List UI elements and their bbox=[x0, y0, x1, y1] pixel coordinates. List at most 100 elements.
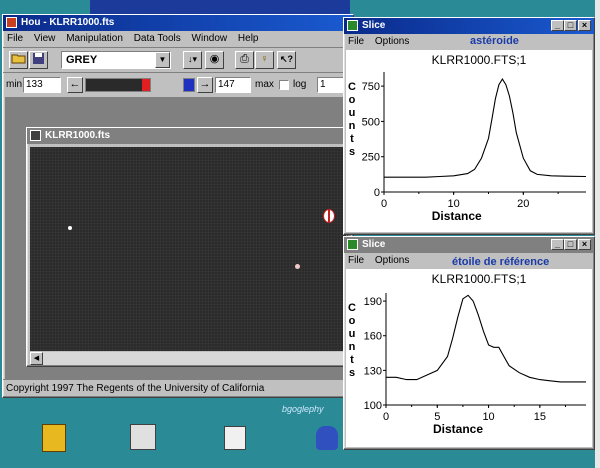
slice-top-menu-file[interactable]: File bbox=[344, 36, 368, 47]
log-input-value: 1 bbox=[320, 79, 326, 90]
hou-app-icon bbox=[6, 17, 17, 28]
scroll-left-icon[interactable]: ◀ bbox=[30, 352, 43, 365]
status-bar: Copyright 1997 The Regents of the Univer… bbox=[3, 379, 353, 397]
reference-star bbox=[295, 264, 300, 269]
x-tick-label: 0 bbox=[381, 198, 387, 210]
slice-top-menubar: File Options bbox=[344, 34, 594, 50]
image-window-titlebar[interactable]: KLRR1000.fts bbox=[27, 128, 347, 144]
arrow-left-icon[interactable]: ← bbox=[67, 77, 83, 93]
slice-top-title: Slice bbox=[362, 20, 386, 31]
image-window: KLRR1000.fts ◀ bbox=[26, 127, 348, 367]
main-window-titlebar[interactable]: Hou - KLRR1000.fts bbox=[3, 15, 353, 31]
arrow-right-icon[interactable]: → bbox=[197, 77, 213, 93]
y-axis-label-letter: s bbox=[349, 367, 355, 379]
slice-top-annotation: astéroide bbox=[470, 35, 519, 47]
main-window-title: Hou - KLRR1000.fts bbox=[21, 17, 115, 28]
slice-bottom-titlebar[interactable]: Slice _ □ × bbox=[344, 237, 594, 253]
slice-top-titlebar[interactable]: Slice _ □ × bbox=[344, 18, 594, 34]
y-axis-label-letter: t bbox=[350, 133, 354, 145]
y-axis-label-letter: u bbox=[349, 328, 356, 340]
document-icon[interactable] bbox=[224, 426, 246, 450]
min-color-thumb[interactable] bbox=[142, 79, 150, 91]
background-window bbox=[90, 0, 350, 14]
x-tick-label: 0 bbox=[383, 411, 389, 423]
maximize-icon[interactable]: □ bbox=[564, 239, 577, 250]
minimize-icon[interactable]: _ bbox=[551, 20, 564, 31]
right-desktop-strip bbox=[595, 0, 600, 468]
slice-bottom-chart: KLRR1000.FTS;11001301601900 5 10 15Distance… bbox=[346, 269, 592, 447]
minimize-icon[interactable]: _ bbox=[551, 239, 564, 250]
star-left bbox=[68, 226, 72, 230]
slice-top-menu-options[interactable]: Options bbox=[371, 36, 413, 47]
max-input[interactable]: 147 bbox=[215, 77, 251, 93]
help-pointer-icon[interactable]: ↖? bbox=[277, 51, 296, 69]
slice-window-top: Slice _ □ × File Options astéroide KLRR1… bbox=[343, 17, 595, 235]
slice-bottom-annotation: étoile de référence bbox=[452, 256, 550, 268]
menu-data-tools[interactable]: Data Tools bbox=[130, 33, 185, 44]
y-axis-label-letter: n bbox=[349, 120, 356, 132]
close-icon[interactable]: × bbox=[578, 239, 591, 250]
y-axis-label-letter: o bbox=[349, 94, 356, 106]
slice-bottom-app-icon bbox=[347, 239, 358, 250]
y-tick-label: 0 bbox=[374, 187, 380, 199]
maximize-icon[interactable]: □ bbox=[564, 20, 577, 31]
chart-title: KLRR1000.FTS;1 bbox=[432, 53, 527, 67]
color-arrow-icon[interactable]: ↓▾ bbox=[183, 51, 202, 69]
chart-title: KLRR1000.FTS;1 bbox=[432, 272, 527, 286]
min-color-slider[interactable] bbox=[85, 78, 151, 92]
min-input[interactable]: 133 bbox=[23, 77, 61, 93]
y-tick-label: 160 bbox=[364, 331, 382, 343]
min-label: min bbox=[6, 79, 23, 90]
x-tick-label: 10 bbox=[482, 411, 494, 423]
palette-select[interactable]: GREY ▼ bbox=[61, 51, 171, 69]
main-menubar: File View Manipulation Data Tools Window… bbox=[3, 31, 353, 47]
y-tick-label: 250 bbox=[362, 152, 380, 164]
log-label: log bbox=[293, 79, 307, 90]
scale-row: min 133 ← → 147 max log 1 bbox=[3, 75, 353, 95]
image-window-title: KLRR1000.fts bbox=[45, 130, 111, 141]
min-input-value: 133 bbox=[26, 79, 43, 90]
y-tick-label: 750 bbox=[362, 81, 380, 93]
y-axis-label-letter: C bbox=[348, 81, 356, 93]
save-disk-icon[interactable] bbox=[29, 51, 48, 69]
slice-top-app-icon bbox=[347, 20, 358, 31]
archive-icon[interactable] bbox=[42, 424, 66, 452]
desktop-strip: bgoglephy bbox=[0, 398, 343, 468]
target-icon[interactable]: ◉ bbox=[205, 51, 224, 69]
fits-image[interactable] bbox=[30, 147, 346, 351]
x-axis-label: Distance bbox=[432, 209, 482, 223]
horizontal-scrollbar[interactable]: ◀ bbox=[30, 352, 346, 365]
menu-manipulation[interactable]: Manipulation bbox=[62, 33, 127, 44]
image-window-icon bbox=[30, 130, 41, 141]
chevron-down-icon[interactable]: ▼ bbox=[155, 52, 170, 68]
copyright-text: Copyright 1997 The Regents of the Univer… bbox=[6, 383, 265, 394]
print-icon[interactable]: ⎙ bbox=[235, 51, 254, 69]
y-axis-label-letter: o bbox=[349, 315, 356, 327]
y-axis-label-letter: s bbox=[349, 146, 355, 158]
desktop-caption: bgoglephy bbox=[282, 404, 324, 414]
menu-window[interactable]: Window bbox=[188, 33, 232, 44]
x-axis-label: Distance bbox=[433, 422, 483, 436]
y-axis-label-letter: u bbox=[349, 107, 356, 119]
close-icon[interactable]: × bbox=[578, 20, 591, 31]
x-tick-label: 15 bbox=[534, 411, 546, 423]
log-checkbox[interactable] bbox=[279, 80, 289, 90]
lightbulb-icon[interactable]: ♀ bbox=[255, 51, 274, 69]
open-folder-icon[interactable] bbox=[9, 51, 28, 69]
y-axis-label-letter: n bbox=[349, 341, 356, 353]
slice-bottom-menu-file[interactable]: File bbox=[344, 255, 368, 266]
y-tick-label: 190 bbox=[364, 296, 382, 308]
menu-file[interactable]: File bbox=[3, 33, 27, 44]
x-tick-label: 20 bbox=[517, 198, 529, 210]
slice-bottom-menu-options[interactable]: Options bbox=[371, 255, 413, 266]
max-color-slider[interactable] bbox=[183, 78, 195, 92]
y-axis-label-letter: C bbox=[348, 302, 356, 314]
menu-view[interactable]: View bbox=[30, 33, 60, 44]
browser-icon[interactable] bbox=[316, 426, 338, 450]
menu-help[interactable]: Help bbox=[234, 33, 263, 44]
y-tick-label: 130 bbox=[364, 365, 382, 377]
palette-select-value: GREY bbox=[66, 54, 98, 66]
y-axis-label-letter: t bbox=[350, 354, 354, 366]
y-tick-label: 500 bbox=[362, 116, 380, 128]
network-icon[interactable] bbox=[130, 424, 156, 450]
